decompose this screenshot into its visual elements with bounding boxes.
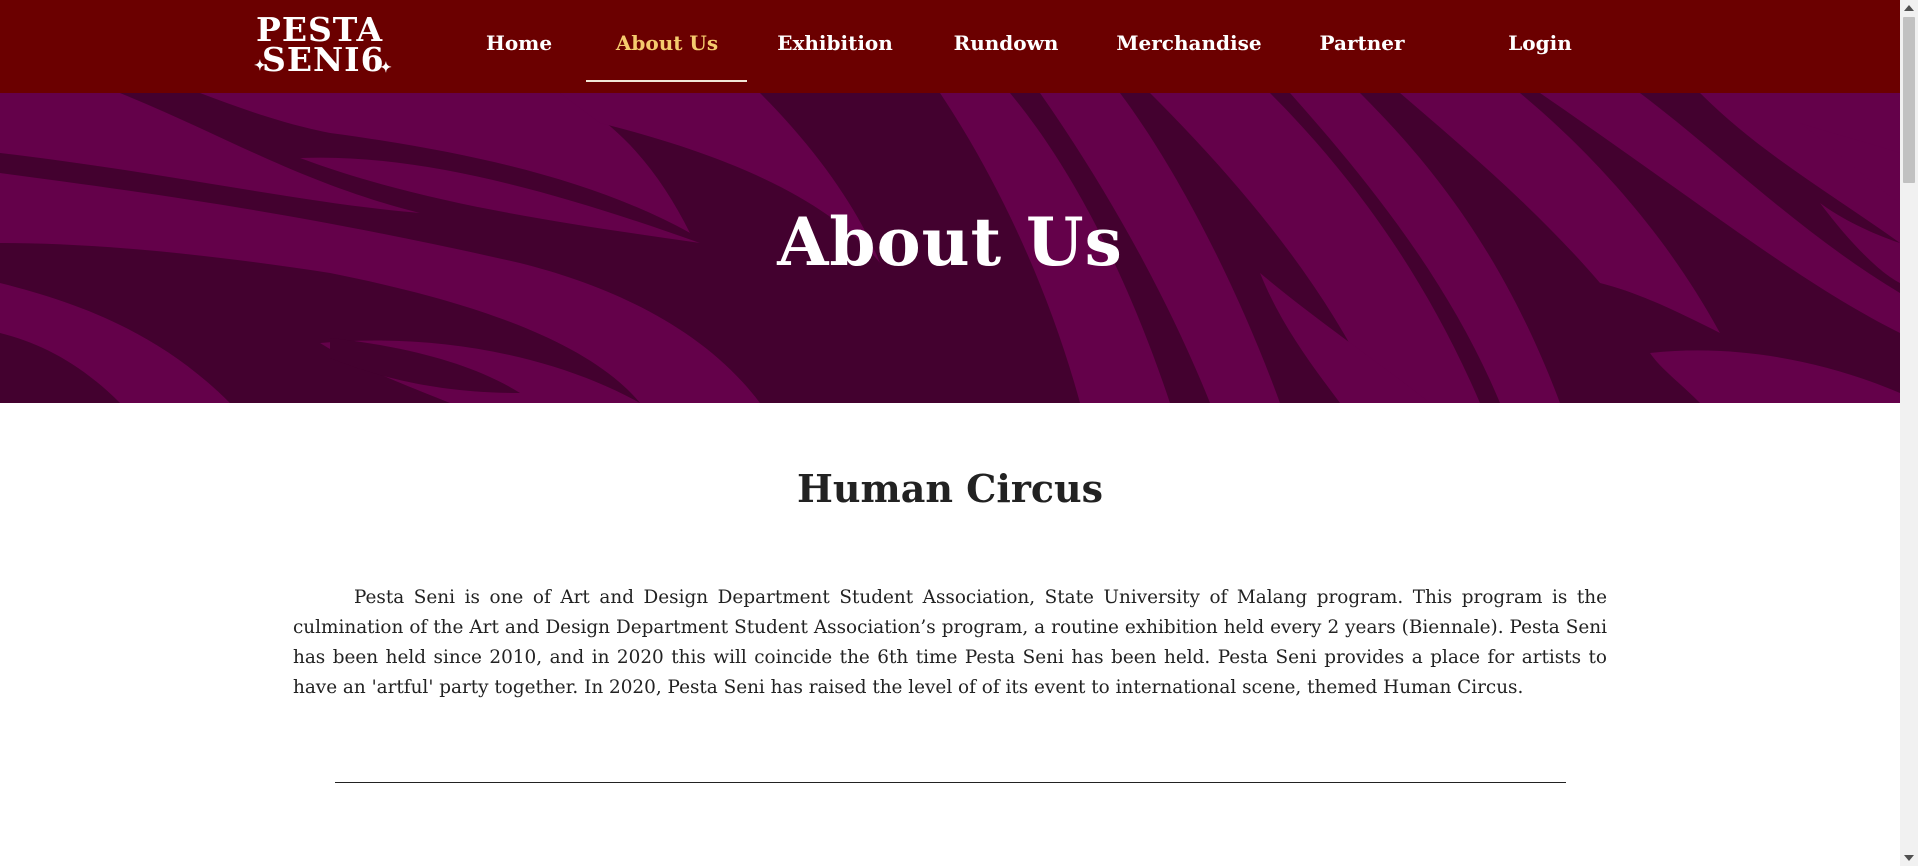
logo-line-2: SENI6 [262,40,385,79]
active-nav-indicator [586,80,747,82]
pesta-seni-logo[interactable]: PESTA SENI6 ✦ ✦ [254,13,396,79]
nav-item-home[interactable]: Home [486,31,552,61]
hero-title: About Us [777,203,1123,281]
section-divider [335,782,1566,783]
nav-item-login[interactable]: Login [1508,31,1572,61]
sparkle-icon: ✦ [380,60,393,76]
hero-banner: About Us [0,93,1900,403]
vertical-scrollbar[interactable] [1900,0,1918,866]
about-paragraph: Pesta Seni is one of Art and Design Depa… [293,587,1607,698]
nav-item-about-us[interactable]: About Us [616,31,718,61]
section-title: Human Circus [796,466,1104,511]
nav-item-exhibition[interactable]: Exhibition [777,31,893,61]
top-navbar: PESTA SENI6 ✦ ✦ Home About Us Exhibition… [0,0,1900,93]
scroll-up-arrow-icon[interactable] [1904,5,1914,11]
nav-item-rundown[interactable]: Rundown [954,31,1059,61]
nav-item-partner[interactable]: Partner [1319,31,1404,61]
scrollbar-thumb[interactable] [1903,17,1915,183]
scroll-down-arrow-icon[interactable] [1904,855,1914,861]
nav-item-merchandise[interactable]: Merchandise [1116,31,1261,61]
sparkle-icon: ✦ [254,58,267,74]
page: PESTA SENI6 ✦ ✦ Home About Us Exhibition… [0,0,1918,866]
